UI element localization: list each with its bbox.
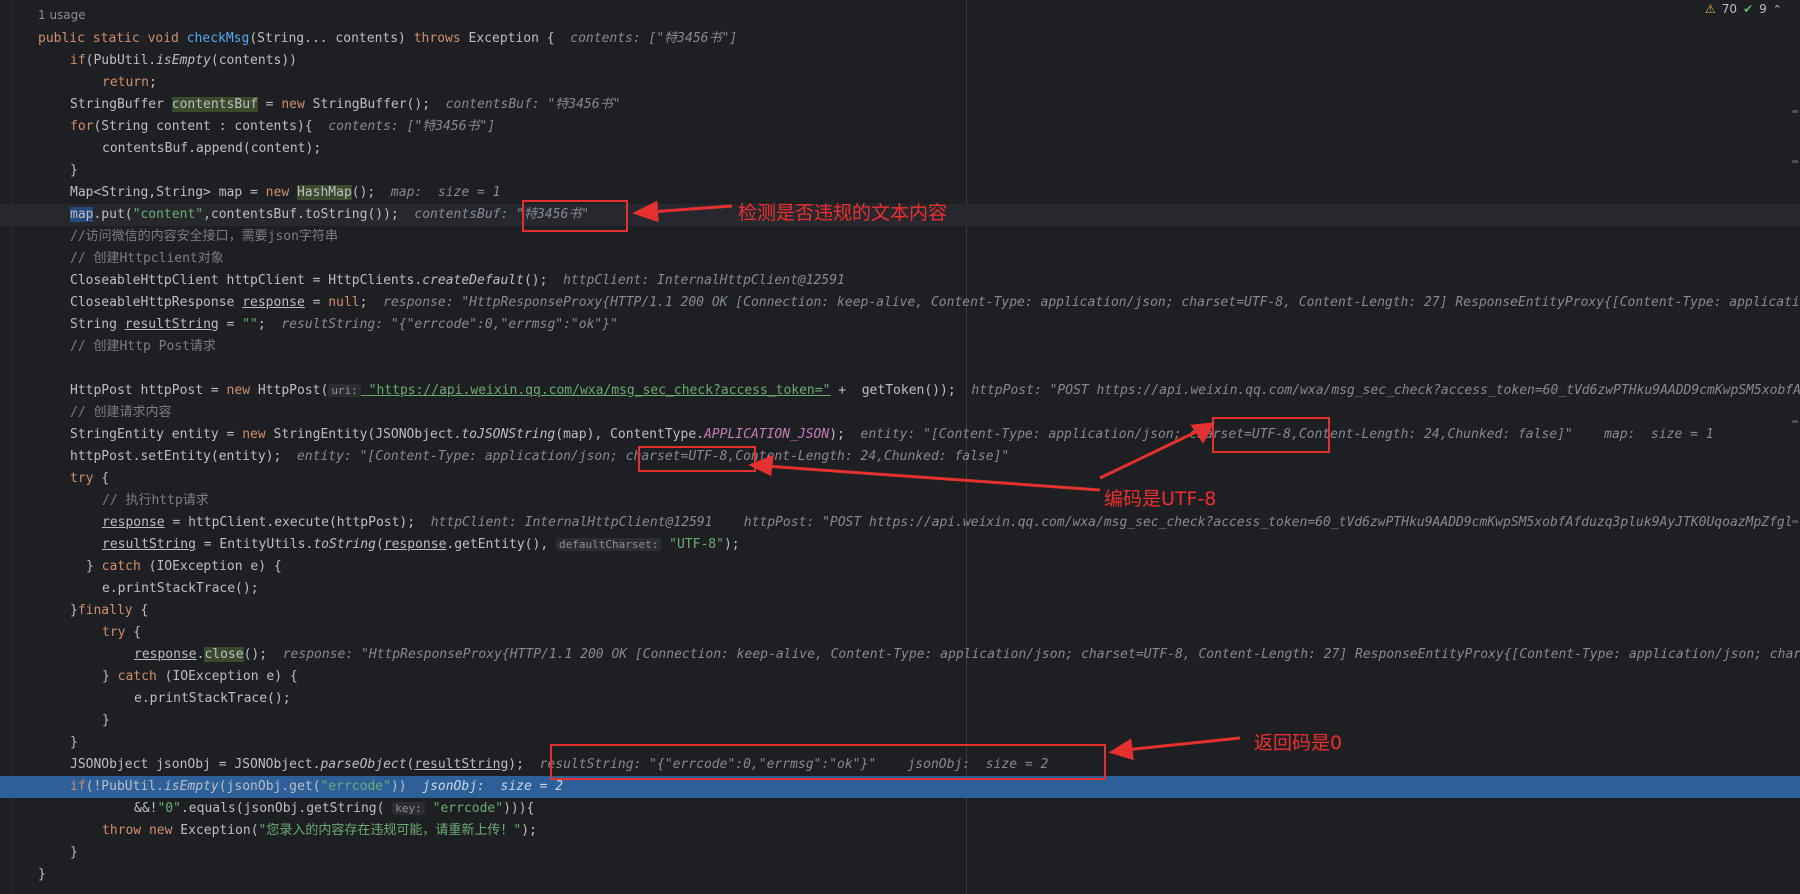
arrow-head-icon [632,200,659,223]
arrow-head-icon [1190,422,1215,444]
annotation-return-code: 返回码是0 [1254,732,1343,754]
arrow-head-icon [748,454,774,477]
annotation-arrows [632,200,1241,761]
annotation-text-check: 检测是否违规的文本内容 [738,202,948,224]
arrow-to-charset-right [1099,428,1201,480]
annotation-encoding: 编码是UTF-8 [1104,488,1217,510]
arrow-head-icon [1108,738,1134,761]
code-editor[interactable]: ⚠ 70 ✔ 9 ⌃ 1 usage public static void chec… [0,0,1800,894]
arrow-to-result [1124,736,1241,752]
arrow-to-content [649,204,733,214]
arrow-to-charset-left [764,464,1101,492]
